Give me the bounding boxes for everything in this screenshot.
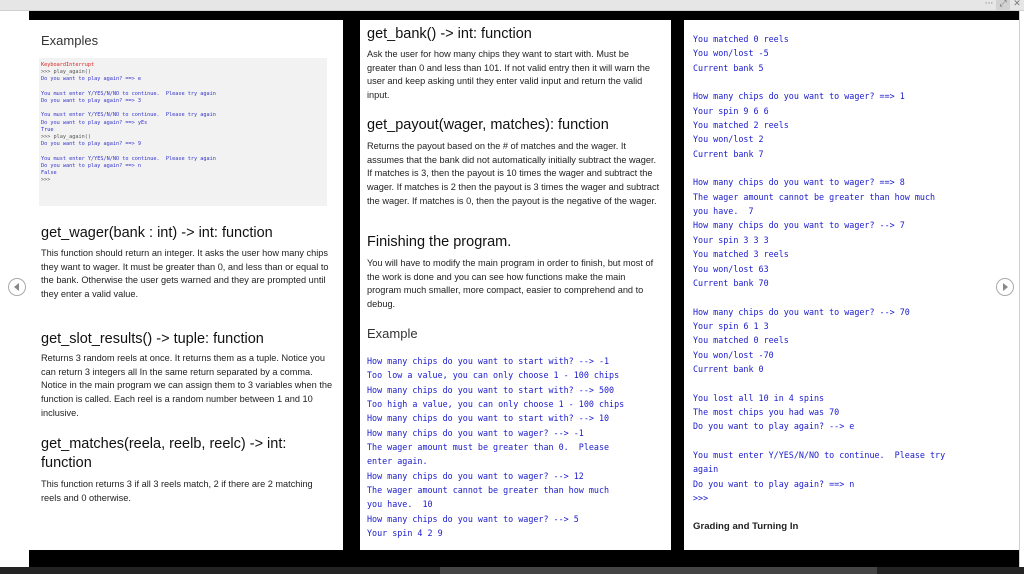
idle-output-line: Do you want to play again? ==> 9 <box>41 141 141 148</box>
previous-page-button[interactable] <box>8 278 26 296</box>
get-bank-description: Ask the user for how many chips they wan… <box>367 49 650 101</box>
finishing-description: You will have to modify the main program… <box>367 258 654 310</box>
get-payout-description: Returns the payout based on the # of mat… <box>367 141 660 206</box>
viewer-border <box>1019 11 1020 574</box>
idle-output-line: Do you want to play again? ==> 3 <box>41 98 141 105</box>
examples-heading: Examples <box>41 33 99 48</box>
idle-shell-output: KeyboardInterrupt >>> play_again() Do you … <box>39 58 327 206</box>
arrow-right-icon <box>1003 283 1008 291</box>
example-console-output-continued: You matched 0 reels You won/lost -5 Curr… <box>693 34 946 503</box>
window-titlebar: ··· ⤢ ✕ <box>0 0 1024 11</box>
example-console-output: How many chips do you want to start with… <box>367 356 625 539</box>
get-wager-heading: get_wager(bank : int) -> int: function <box>41 225 273 241</box>
document-viewer: Examples KeyboardInterrupt >>> play_again… <box>29 11 1019 574</box>
idle-output-line: You must enter Y/YES/N/NO to continue. P… <box>41 90 216 97</box>
idle-output-line: >>> play_again() <box>41 134 91 141</box>
idle-output-line: False <box>41 170 57 177</box>
idle-output-line <box>41 105 327 112</box>
idle-output-line: True <box>41 126 54 133</box>
more-options-icon[interactable]: ··· <box>982 0 996 10</box>
idle-output-line: You must enter Y/YES/N/NO to continue. P… <box>41 112 216 119</box>
close-icon[interactable]: ✕ <box>1010 0 1024 10</box>
page-example-continued: You matched 0 reels You won/lost -5 Curr… <box>684 20 1019 550</box>
arrow-left-icon <box>14 283 19 291</box>
get-slot-results-description: Returns 3 random reels at once. It retur… <box>41 353 333 418</box>
next-page-button[interactable] <box>996 278 1014 296</box>
get-bank-heading: get_bank() -> int: function <box>367 26 532 42</box>
idle-output-line: >>> <box>41 177 51 184</box>
idle-output-line <box>41 84 327 91</box>
grading-heading: Grading and Turning In <box>693 521 799 532</box>
idle-output-line: >>> play_again() <box>41 69 91 76</box>
page-functions: get_bank() -> int: function Ask the user… <box>360 20 671 550</box>
idle-output-line: Do you want to play again? ==> yEs <box>41 119 148 126</box>
get-payout-heading: get_payout(wager, matches): function <box>367 117 609 133</box>
page-examples: Examples KeyboardInterrupt >>> play_again… <box>29 20 343 550</box>
idle-output-line <box>41 148 327 155</box>
example-heading: Example <box>367 326 418 341</box>
get-matches-description: This function returns 3 if all 3 reels m… <box>41 479 313 503</box>
get-wager-description: This function should return an integer. … <box>41 248 329 300</box>
idle-output-line: KeyboardInterrupt <box>41 62 95 68</box>
horizontal-scrollbar-thumb[interactable] <box>440 567 877 574</box>
idle-output-line: Do you want to play again? ==> e <box>41 76 141 83</box>
idle-output-line: Do you want to play again? ==> n <box>41 162 141 169</box>
get-matches-heading: get_matches(reela, reelb, reelc) -> int:… <box>41 436 287 471</box>
idle-output-line: You must enter Y/YES/N/NO to continue. P… <box>41 155 216 162</box>
get-slot-results-heading: get_slot_results() -> tuple: function <box>41 331 264 347</box>
maximize-icon[interactable]: ⤢ <box>996 0 1010 10</box>
finishing-heading: Finishing the program. <box>367 234 512 250</box>
